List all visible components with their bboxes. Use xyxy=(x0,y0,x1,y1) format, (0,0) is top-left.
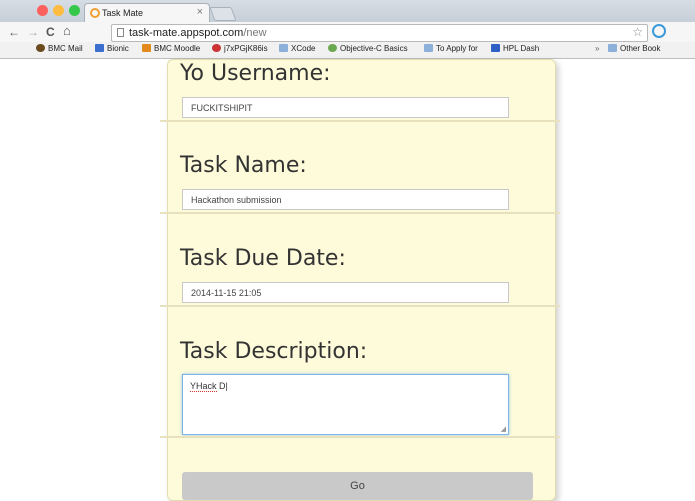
video-icon xyxy=(212,44,221,52)
bookmarks-bar: BMC Mail Bionic BMC Moodle j7xPGjK86is X… xyxy=(0,42,695,59)
folder-icon xyxy=(279,44,288,52)
address-url: task-mate.appspot.com/new xyxy=(129,27,267,39)
extension-icon[interactable] xyxy=(652,24,666,38)
divider xyxy=(160,436,560,438)
bookmark-objective-c[interactable]: Objective-C Basics xyxy=(328,44,408,53)
username-label: Yo Username: xyxy=(180,61,331,86)
owl-icon xyxy=(36,44,45,52)
moodle-icon xyxy=(142,44,151,52)
browser-tab[interactable]: Task Mate × xyxy=(84,3,210,23)
text-cursor: | xyxy=(225,381,228,391)
bookmark-hpl-dash[interactable]: HPL Dash xyxy=(491,44,539,53)
forward-icon[interactable]: → xyxy=(27,25,39,39)
b-icon xyxy=(95,44,104,52)
other-bookmarks[interactable]: Other Book xyxy=(608,44,660,53)
gear-icon xyxy=(328,44,337,52)
due-date-input[interactable]: 2014-11-15 21:05 xyxy=(182,282,509,303)
description-misspelled-word: YHack xyxy=(190,381,217,392)
new-tab-button[interactable] xyxy=(209,7,237,21)
minimize-window-button[interactable] xyxy=(53,5,64,16)
bookmark-bmc-mail[interactable]: BMC Mail xyxy=(36,44,83,53)
reload-icon[interactable]: C xyxy=(46,25,55,39)
resize-handle-icon[interactable]: ◢ xyxy=(501,425,506,433)
url-host: task-mate.appspot.com xyxy=(129,27,244,39)
home-icon[interactable]: ⌂ xyxy=(63,23,71,38)
bookmark-to-apply[interactable]: To Apply for xyxy=(424,44,478,53)
close-window-button[interactable] xyxy=(37,5,48,16)
due-date-label: Task Due Date: xyxy=(180,246,346,271)
tab-favicon-icon xyxy=(90,8,100,18)
bookmark-video[interactable]: j7xPGjK86is xyxy=(212,44,268,53)
tab-strip: Task Mate × xyxy=(0,0,695,23)
go-button[interactable]: Go xyxy=(182,472,533,500)
back-icon[interactable]: ← xyxy=(8,25,20,39)
page-content: Yo Username: FUCKITSHIPIT Task Name: Hac… xyxy=(0,59,695,501)
browser-chrome: Task Mate × ← → C ⌂ task-mate.appspot.co… xyxy=(0,0,695,59)
page-icon xyxy=(117,28,124,37)
divider xyxy=(160,212,560,214)
folder-icon xyxy=(608,44,617,52)
url-path: /new xyxy=(243,27,267,39)
description-textarea[interactable]: YHack D| ◢ xyxy=(182,374,509,435)
folder-icon xyxy=(424,44,433,52)
divider xyxy=(160,120,560,122)
divider xyxy=(160,305,560,307)
bookmark-bmc-moodle[interactable]: BMC Moodle xyxy=(142,44,200,53)
bookmark-star-icon[interactable]: ☆ xyxy=(632,25,643,39)
address-bar[interactable]: task-mate.appspot.com/new ☆ xyxy=(111,24,648,42)
bookmarks-overflow-icon[interactable]: » xyxy=(595,44,599,53)
task-name-input[interactable]: Hackathon submission xyxy=(182,189,509,210)
bookmark-bionic[interactable]: Bionic xyxy=(95,44,129,53)
username-input[interactable]: FUCKITSHIPIT xyxy=(182,97,509,118)
browser-toolbar: ← → C ⌂ task-mate.appspot.com/new ☆ xyxy=(0,22,695,42)
bookmark-xcode[interactable]: XCode xyxy=(279,44,315,53)
maximize-window-button[interactable] xyxy=(69,5,80,16)
description-text: D xyxy=(216,381,226,391)
grid-icon xyxy=(491,44,500,52)
tab-close-icon[interactable]: × xyxy=(197,6,203,18)
description-label: Task Description: xyxy=(180,339,368,364)
task-name-label: Task Name: xyxy=(180,153,307,178)
tab-title: Task Mate xyxy=(102,8,144,18)
